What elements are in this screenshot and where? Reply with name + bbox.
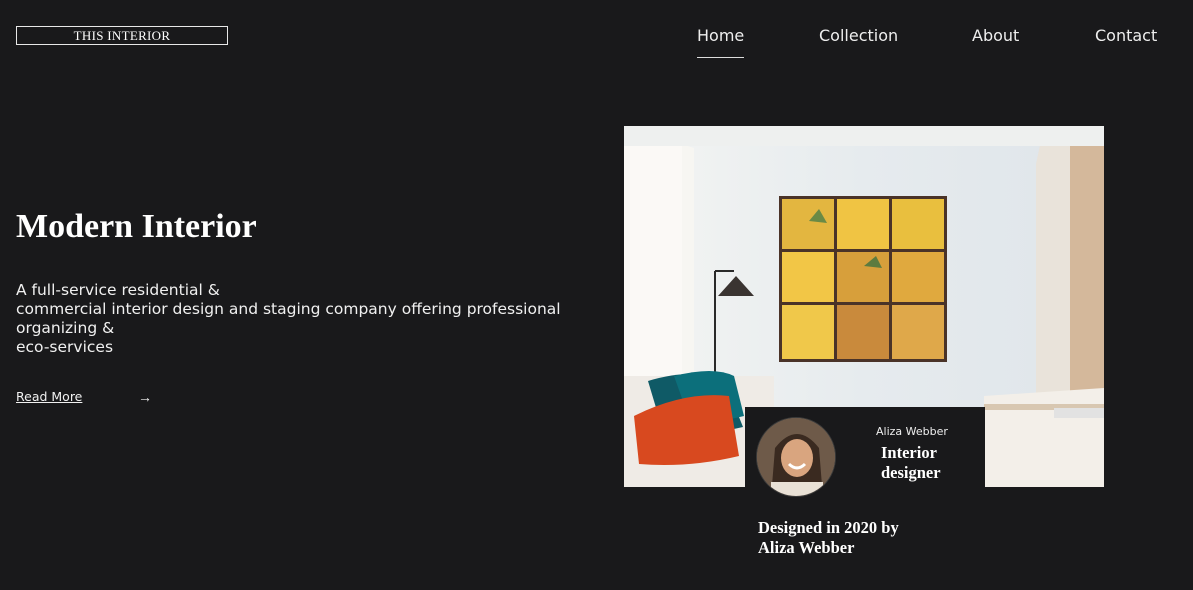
arrow-right-icon[interactable]: →	[138, 389, 152, 405]
main-nav: Home Collection About Contact	[0, 24, 1193, 64]
nav-about-link[interactable]: About	[972, 26, 1019, 45]
read-more-link[interactable]: Read More	[16, 389, 82, 404]
designer-card: Aliza Webber Interior designer	[745, 407, 985, 497]
hero-title: Modern Interior	[16, 208, 257, 245]
designer-role: Interior designer	[881, 443, 941, 482]
hero-description-line: commercial interior design and staging c…	[16, 300, 561, 318]
designer-name: Aliza Webber	[876, 425, 948, 438]
nav-collection-link[interactable]: Collection	[819, 26, 898, 45]
nav-home-link[interactable]: Home	[697, 26, 745, 58]
hero-description-line: A full-service residential &	[16, 281, 220, 299]
hero-description-line: eco-services	[16, 338, 114, 356]
avatar-illustration	[757, 418, 835, 496]
hero-description: A full-service residential & commercial …	[16, 281, 606, 357]
design-caption: Designed in 2020 by Aliza Webber	[758, 518, 899, 557]
nav-contact-link[interactable]: Contact	[1095, 26, 1157, 45]
designer-avatar	[756, 417, 836, 497]
hero-description-line: organizing &	[16, 319, 115, 337]
